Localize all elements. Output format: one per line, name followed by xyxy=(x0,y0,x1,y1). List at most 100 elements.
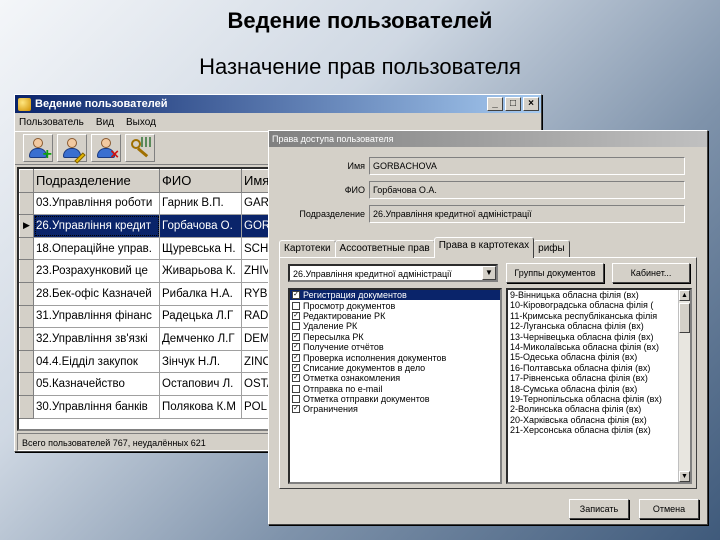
tab-classifiers[interactable]: рифы xyxy=(533,240,570,258)
cell-department[interactable]: 04.4.Еідділ закупок xyxy=(33,350,160,374)
cell-fio[interactable]: Демченко Л.Г xyxy=(159,327,242,351)
login-field[interactable]: GORBACHOVA xyxy=(369,157,685,175)
cell-fio[interactable]: Горбачова О. xyxy=(159,214,242,238)
cell-department[interactable]: 30.Управління банків xyxy=(33,395,160,419)
cell-department[interactable]: 28.Бек-офіс Казначей xyxy=(33,282,160,306)
row-indicator[interactable] xyxy=(19,236,34,261)
list-item[interactable]: 17-Рівненська обласна філія (вх) xyxy=(508,373,690,383)
column-header-department[interactable]: Подразделение xyxy=(33,169,160,193)
cancel-button[interactable]: Отмена xyxy=(639,499,699,519)
cell-fio[interactable]: Рибалка Н.А. xyxy=(159,282,242,306)
checkbox[interactable]: ✓ xyxy=(292,363,300,372)
checkbox[interactable] xyxy=(292,301,300,310)
cell-fio[interactable]: Щурeвська Н. xyxy=(159,237,242,261)
list-item[interactable]: 2-Волинська обласна філія (вх) xyxy=(508,404,690,414)
cell-fio[interactable]: Полякова К.М xyxy=(159,395,242,419)
checkbox[interactable]: ✓ xyxy=(292,353,300,362)
list-item[interactable]: 13-Чернівецька обласна філія (вх) xyxy=(508,332,690,342)
tab-card-rights[interactable]: Права в картотеках xyxy=(433,237,535,258)
list-item[interactable]: 11-Кримська республіканська філія xyxy=(508,311,690,321)
rights-dialog-titlebar[interactable]: Права доступа пользователя xyxy=(269,131,707,147)
checkbox[interactable] xyxy=(292,395,300,404)
cell-department[interactable]: 03.Управління роботи xyxy=(33,192,160,216)
row-indicator[interactable] xyxy=(19,281,34,306)
cell-fio[interactable]: Зінчук Н.Л. xyxy=(159,350,242,374)
menu-item-view[interactable]: Вид xyxy=(96,117,114,128)
rights-list-item[interactable]: Отметка отправки документов xyxy=(290,394,500,404)
rights-list-item[interactable]: ✓ Регистрация документов xyxy=(290,290,500,301)
doc-groups-button[interactable]: Группы документов xyxy=(506,263,604,283)
table-row[interactable]: 04.4.Еідділ закупок Зінчук Н.Л. ZINC xyxy=(19,349,282,374)
row-indicator[interactable]: ▶ xyxy=(19,214,34,238)
list-item[interactable]: 19-Тернопільська обласна філія (вх) xyxy=(508,394,690,404)
cell-fio[interactable]: Остапович Л. xyxy=(159,372,242,396)
column-header-fio[interactable]: ФИО xyxy=(159,169,242,193)
cell-fio[interactable]: Радецька Л.Г xyxy=(159,305,242,329)
add-user-button[interactable]: + xyxy=(23,134,53,163)
rights-list-item[interactable]: ✓ Списание документов в дело xyxy=(290,363,500,373)
save-button[interactable]: Записать xyxy=(569,499,629,519)
checkbox[interactable]: ✓ xyxy=(292,332,300,341)
scroll-up-icon[interactable]: ▲ xyxy=(679,290,690,301)
rights-list-item[interactable]: ✓ Отметка ознакомления xyxy=(290,373,500,383)
list-item[interactable]: 14-Миколаївська обласна філія (вх) xyxy=(508,342,690,352)
users-window-titlebar[interactable]: Ведение пользователей _ □ × xyxy=(15,95,541,113)
chevron-down-icon[interactable]: ▼ xyxy=(482,266,496,280)
cabinet-button[interactable]: Кабинет... xyxy=(612,263,690,283)
list-item[interactable]: 20-Харківська обласна філія (вх) xyxy=(508,415,690,425)
rights-list-item[interactable]: ✓ Ограничения xyxy=(290,404,500,414)
department-field[interactable]: 26.Управління кредитної адміністрації xyxy=(369,205,685,223)
table-row[interactable]: 05.Казначейство Остапович Л. OSTA xyxy=(19,372,282,396)
cell-department[interactable]: 32.Управління зв'язкі xyxy=(33,327,160,351)
region-list[interactable]: 9-Вінницька обласна філія (вх) 10-Кіровог… xyxy=(506,288,692,484)
cell-department[interactable]: 18.Операційне управ. xyxy=(33,237,160,261)
department-combo[interactable]: 26.Управління кредитної адміністрації ▼ xyxy=(288,264,498,282)
table-row[interactable]: 03.Управління роботи Гарник В.П. GAR xyxy=(19,191,282,216)
checkbox[interactable]: ✓ xyxy=(292,311,300,320)
checkbox[interactable]: ✓ xyxy=(292,374,300,383)
list-item[interactable]: 18-Сумська обласна філія (вх) xyxy=(508,384,690,394)
close-button[interactable]: × xyxy=(523,97,539,111)
scroll-thumb[interactable] xyxy=(679,303,690,333)
maximize-button[interactable]: □ xyxy=(505,97,521,111)
table-row[interactable]: 32.Управління зв'язкі Демченко Л.Г DEM xyxy=(19,327,282,351)
region-list-scrollbar[interactable]: ▲ ▼ xyxy=(678,290,690,482)
access-rights-button[interactable] xyxy=(125,134,155,162)
checkbox[interactable]: ✓ xyxy=(292,343,300,352)
minimize-button[interactable]: _ xyxy=(487,97,503,111)
list-item[interactable]: 12-Луганська обласна філія (вх) xyxy=(508,321,690,331)
row-indicator[interactable] xyxy=(19,259,34,283)
table-row[interactable]: 23.Розрахунковий це Живарьова К. ZHIV xyxy=(19,259,282,283)
edit-user-button[interactable] xyxy=(57,134,87,164)
row-indicator[interactable] xyxy=(19,372,34,396)
menu-item-user[interactable]: Пользователь xyxy=(19,117,84,128)
rights-list-item[interactable]: ✓ Пересылка РК xyxy=(290,332,500,342)
list-item[interactable]: 9-Вінницька обласна філія (вх) xyxy=(508,290,690,300)
row-indicator[interactable] xyxy=(19,349,34,374)
cell-department[interactable]: 23.Розрахунковий це xyxy=(33,259,160,283)
list-item[interactable]: 16-Полтавська обласна філія (вх) xyxy=(508,363,690,373)
cell-fio[interactable]: Живарьова К. xyxy=(159,259,242,283)
tab-rights[interactable]: Ассоответные прав xyxy=(334,240,435,258)
rights-list-item[interactable]: Удаление РК xyxy=(290,321,500,331)
row-indicator[interactable] xyxy=(19,394,34,419)
rights-checklist[interactable]: ✓ Регистрация документов Просмотр документ… xyxy=(288,288,502,484)
scroll-down-icon[interactable]: ▼ xyxy=(679,471,690,482)
table-row[interactable]: 18.Операційне управ. Щурeвська Н. SCHU xyxy=(19,236,282,261)
list-item[interactable]: 21-Херсонська обласна філія (вх) xyxy=(508,425,690,435)
table-row[interactable]: 30.Управління банків Полякова К.М POL xyxy=(19,394,282,419)
checkbox[interactable]: ✓ xyxy=(292,405,300,414)
row-indicator[interactable] xyxy=(19,304,34,329)
rights-list-item[interactable]: ✓ Получение отчётов xyxy=(290,342,500,352)
cell-department[interactable]: 31.Управління фінанс xyxy=(33,305,160,329)
rights-list-item[interactable]: Просмотр документов xyxy=(290,300,500,311)
delete-user-button[interactable]: × xyxy=(91,134,121,162)
tab-cards[interactable]: Картотеки xyxy=(279,240,336,258)
checkbox[interactable] xyxy=(292,322,300,331)
checkbox[interactable] xyxy=(292,384,300,393)
checkbox[interactable]: ✓ xyxy=(292,291,300,300)
table-row[interactable]: ▶ 26.Управління кредит Горбачова О. GOR xyxy=(19,214,282,238)
list-item[interactable]: 10-Кіровоградська обласна філія ( xyxy=(508,300,690,310)
table-row[interactable]: 31.Управління фінанс Радецька Л.Г RAD xyxy=(19,304,282,329)
rights-list-item[interactable]: ✓ Редактирование РК xyxy=(290,311,500,321)
